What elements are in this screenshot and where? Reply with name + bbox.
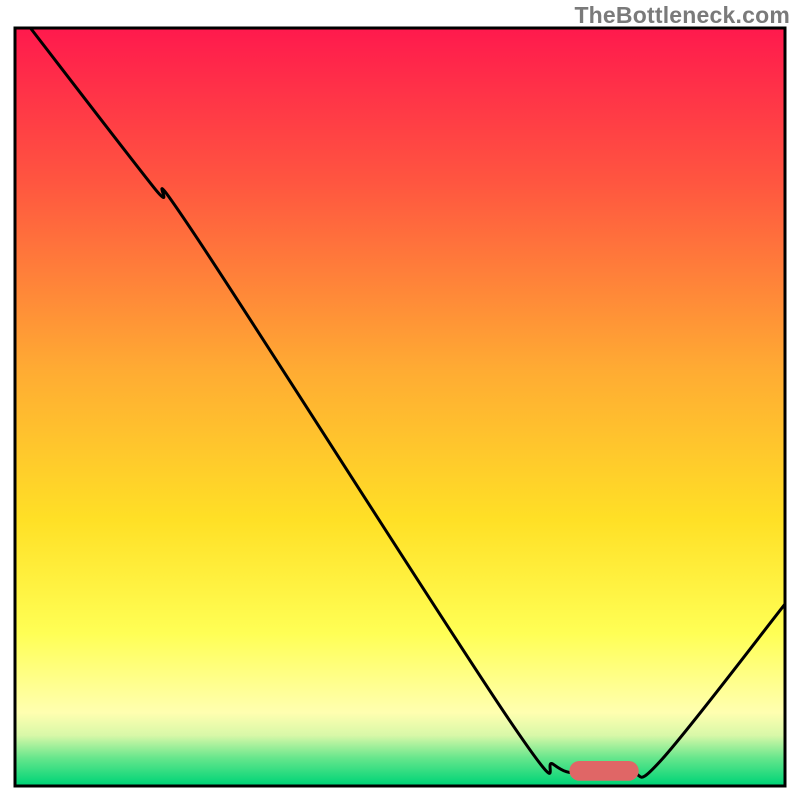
gradient-background xyxy=(17,30,784,785)
chart-svg xyxy=(0,0,800,800)
optimal-marker xyxy=(569,761,638,781)
chart-container: { "watermark": "TheBottleneck.com", "cha… xyxy=(0,0,800,800)
watermark-text: TheBottleneck.com xyxy=(574,2,790,29)
